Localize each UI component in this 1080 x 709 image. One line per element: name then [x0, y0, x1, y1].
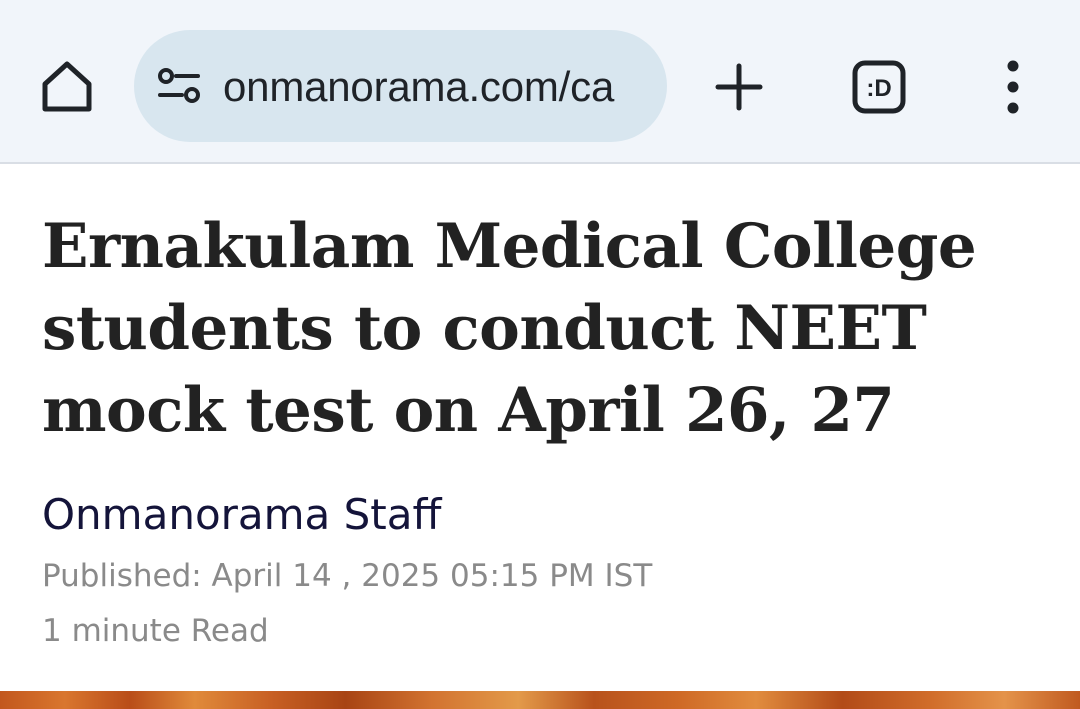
home-button[interactable] — [27, 45, 107, 129]
plus-icon — [715, 63, 763, 111]
hero-image — [0, 691, 1080, 709]
tune-icon — [158, 68, 200, 103]
article-headline: Ernakulam Medical College students to co… — [42, 211, 977, 446]
menu-button[interactable] — [973, 45, 1053, 129]
address-bar[interactable]: onmanorama.com/ca — [134, 30, 667, 142]
url-text[interactable]: onmanorama.com/ca — [223, 60, 647, 114]
dark-reader-button[interactable]: :D — [839, 45, 919, 129]
dark-mode-icon: :D — [852, 60, 906, 114]
new-tab-button[interactable] — [699, 45, 779, 129]
dark-badge-text: :D — [866, 75, 891, 102]
more-vert-icon — [1007, 60, 1019, 114]
site-info-button[interactable] — [154, 62, 204, 110]
read-time: 1 minute Read — [42, 613, 269, 649]
browser-toolbar: onmanorama.com/ca :D — [0, 0, 1080, 164]
published-date: Published: April 14 , 2025 05:15 PM IST — [42, 558, 653, 594]
author-link[interactable]: Onmanorama Staff — [42, 488, 441, 542]
home-icon — [42, 61, 92, 112]
